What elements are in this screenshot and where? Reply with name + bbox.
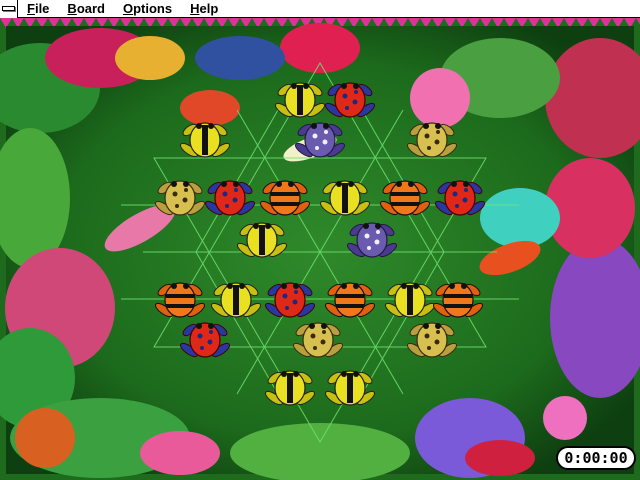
menu-options-accel: O (122, 0, 134, 16)
game-window: File Board Options Help 0:00:00 (0, 0, 640, 480)
system-menu-icon[interactable] (0, 0, 18, 18)
menu-help-accel: H (190, 0, 200, 16)
board-canvas (0, 18, 640, 480)
menu-board[interactable]: Board (58, 0, 114, 18)
menu-board-rest: oard (76, 0, 105, 16)
menu-bar: File Board Options Help (0, 0, 640, 18)
menu-file-accel: F (27, 0, 35, 16)
menu-help-rest: elp (199, 0, 219, 16)
game-board[interactable]: 0:00:00 (0, 18, 640, 480)
menu-board-accel: B (67, 0, 77, 16)
elapsed-timer: 0:00:00 (556, 446, 636, 470)
menu-file-rest: ile (34, 0, 50, 16)
system-menu-bar (2, 6, 15, 11)
menu-options-rest: ptions (133, 0, 173, 16)
menu-options[interactable]: Options (114, 0, 181, 18)
menu-file[interactable]: File (18, 0, 58, 18)
menu-help[interactable]: Help (181, 0, 227, 18)
